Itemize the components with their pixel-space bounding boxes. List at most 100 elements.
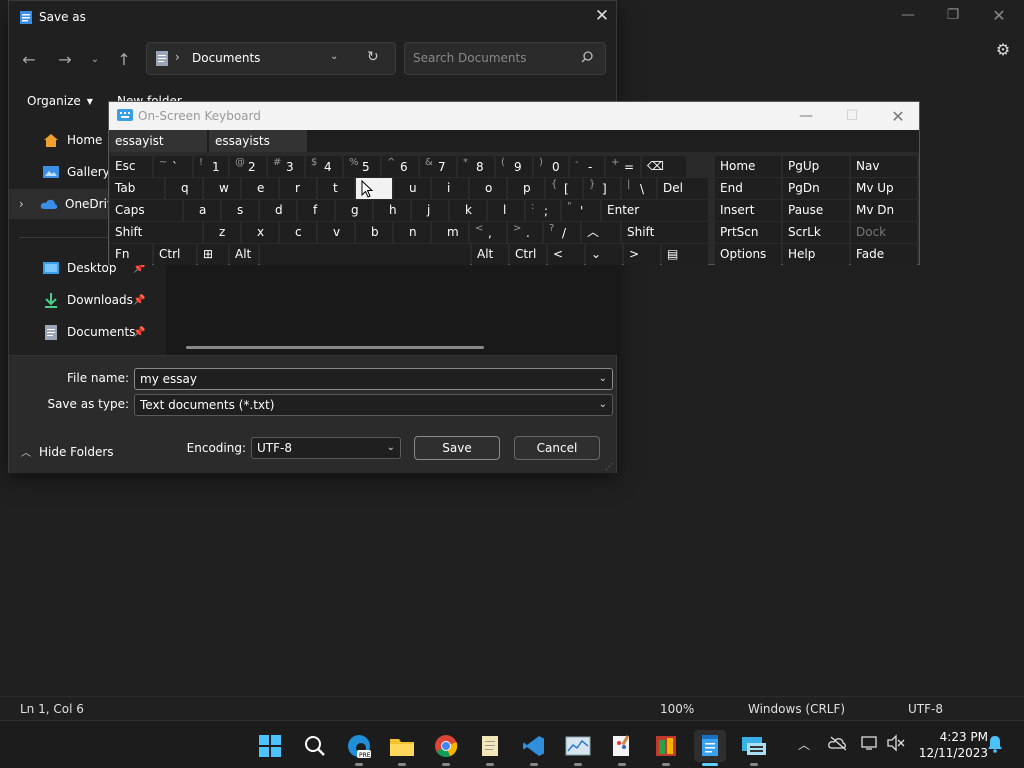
key-t[interactable]: t	[318, 178, 354, 199]
key-tab[interactable]: Tab	[110, 178, 164, 199]
key-fade[interactable]: Fade	[851, 244, 917, 265]
key-n[interactable]: n	[394, 222, 430, 243]
up-arrow-icon[interactable]: ↑	[112, 47, 136, 71]
file-explorer-icon[interactable]	[386, 730, 418, 766]
close-button[interactable]: ✕	[976, 0, 1022, 30]
minimize-button[interactable]: —	[885, 0, 931, 30]
resize-grip-icon[interactable]: ⋰	[605, 462, 613, 471]
key-pgdn[interactable]: PgDn	[783, 178, 849, 199]
key-r[interactable]: r	[280, 178, 316, 199]
key-symbol[interactable]: + =	[606, 156, 640, 177]
key-w[interactable]: w	[204, 178, 240, 199]
key-symbol[interactable]: ⌄	[586, 244, 622, 265]
notepad-icon[interactable]	[694, 730, 726, 766]
key-i[interactable]: i	[432, 178, 468, 199]
key-5[interactable]: % 5	[344, 156, 380, 177]
notes-scroll-icon[interactable]	[474, 730, 506, 766]
key-8[interactable]: * 8	[458, 156, 494, 177]
key-esc[interactable]: Esc	[110, 156, 152, 177]
key-symbol[interactable]: >.	[508, 222, 542, 243]
paint-icon[interactable]	[606, 730, 638, 766]
speaker-muted-icon[interactable]	[886, 734, 906, 752]
key-4[interactable]: $4	[306, 156, 342, 177]
cancel-button[interactable]: Cancel	[514, 436, 600, 460]
organize-button[interactable]: Organize ▼	[27, 94, 93, 108]
key-nav[interactable]: Nav	[851, 156, 917, 177]
key-dock[interactable]: Dock	[851, 222, 917, 243]
hide-folders-button[interactable]: ︿ Hide Folders	[21, 444, 114, 460]
key-symbol[interactable]: ? /	[544, 222, 580, 243]
chrome-icon[interactable]	[430, 730, 462, 766]
network-display-icon[interactable]	[861, 735, 879, 751]
key-ctrl[interactable]: Ctrl	[510, 244, 546, 265]
key-symbol[interactable]: ▤	[662, 244, 708, 265]
dialog-close-button[interactable]: ✕	[591, 5, 613, 27]
key-insert[interactable]: Insert	[715, 200, 781, 221]
key-x[interactable]: x	[242, 222, 278, 243]
file-name-input[interactable]: my essay ⌄	[134, 368, 613, 390]
key-symbol[interactable]: " '	[562, 200, 600, 221]
key-home[interactable]: Home	[715, 156, 781, 177]
key-7[interactable]: & 7	[420, 156, 456, 177]
key-symbol[interactable]: {[	[546, 178, 582, 199]
save-type-select[interactable]: Text documents (*.txt) ⌄	[134, 394, 613, 416]
key-symbol[interactable]: >	[624, 244, 660, 265]
key-3[interactable]: #3	[268, 156, 304, 177]
key-o[interactable]: o	[470, 178, 506, 199]
on-screen-keyboard-icon[interactable]	[738, 730, 770, 766]
resource-monitor-icon[interactable]	[562, 730, 594, 766]
back-arrow-icon[interactable]: ←	[17, 47, 41, 71]
visual-studio-code-icon[interactable]	[518, 730, 550, 766]
key-f[interactable]: f	[298, 200, 334, 221]
maximize-button[interactable]: ❐	[930, 0, 976, 30]
key-pgup[interactable]: PgUp	[783, 156, 849, 177]
key-symbol[interactable]: :;	[526, 200, 560, 221]
key-space[interactable]	[260, 244, 470, 265]
key-symbol[interactable]: ⌫	[642, 156, 686, 177]
edge-browser-icon[interactable]: PRE	[343, 730, 375, 766]
onedrive-offline-icon[interactable]	[828, 735, 848, 751]
expand-chevron-icon[interactable]: ›	[19, 197, 33, 211]
key-mv-dn[interactable]: Mv Dn	[851, 200, 917, 221]
key-v[interactable]: v	[318, 222, 354, 243]
osk-maximize-button[interactable]: ☐	[829, 102, 875, 130]
key-e[interactable]: e	[242, 178, 278, 199]
address-dropdown-icon[interactable]: ⌄	[330, 51, 338, 62]
encoding-select[interactable]: UTF-8 ⌄	[251, 437, 401, 459]
key-fn[interactable]: Fn	[110, 244, 152, 265]
save-button[interactable]: Save	[414, 436, 500, 460]
breadcrumb-folder[interactable]: Documents	[192, 51, 260, 65]
nav-item-documents[interactable]: Documents 📌	[9, 317, 164, 347]
key-pause[interactable]: Pause	[783, 200, 849, 221]
chevron-down-icon[interactable]: ⌄	[599, 369, 607, 389]
key-scrlk[interactable]: ScrLk	[783, 222, 849, 243]
horizontal-scrollbar[interactable]	[186, 346, 484, 349]
osk-minimize-button[interactable]: —	[783, 102, 829, 130]
start-windows-icon[interactable]	[254, 730, 286, 762]
key-g[interactable]: g	[336, 200, 372, 221]
photo-editor-icon[interactable]	[650, 730, 682, 766]
prediction-word[interactable]: essayist	[109, 130, 207, 152]
key-u[interactable]: u	[394, 178, 430, 199]
key-ctrl[interactable]: Ctrl	[154, 244, 196, 265]
show-hidden-icons-chevron-icon[interactable]: ︿	[798, 736, 810, 753]
notification-bell-icon[interactable]	[987, 735, 1003, 753]
key-mv-up[interactable]: Mv Up	[851, 178, 917, 199]
key-options[interactable]: Options	[715, 244, 781, 265]
key-1[interactable]: ! 1	[194, 156, 228, 177]
key-q[interactable]: q	[166, 178, 202, 199]
key-h[interactable]: h	[374, 200, 410, 221]
key-a[interactable]: a	[184, 200, 220, 221]
key-p[interactable]: p	[508, 178, 544, 199]
key-m[interactable]: m	[432, 222, 468, 243]
nav-item-downloads[interactable]: Downloads 📌	[9, 285, 164, 315]
prediction-word[interactable]: essayists	[209, 130, 307, 152]
key-d[interactable]: d	[260, 200, 296, 221]
key-c[interactable]: c	[280, 222, 316, 243]
key-symbol[interactable]: <	[548, 244, 584, 265]
key-prtscn[interactable]: PrtScn	[715, 222, 781, 243]
key-b[interactable]: b	[356, 222, 392, 243]
key-6[interactable]: ^ 6	[382, 156, 418, 177]
key-end[interactable]: End	[715, 178, 781, 199]
key-symbol[interactable]: --	[570, 156, 604, 177]
